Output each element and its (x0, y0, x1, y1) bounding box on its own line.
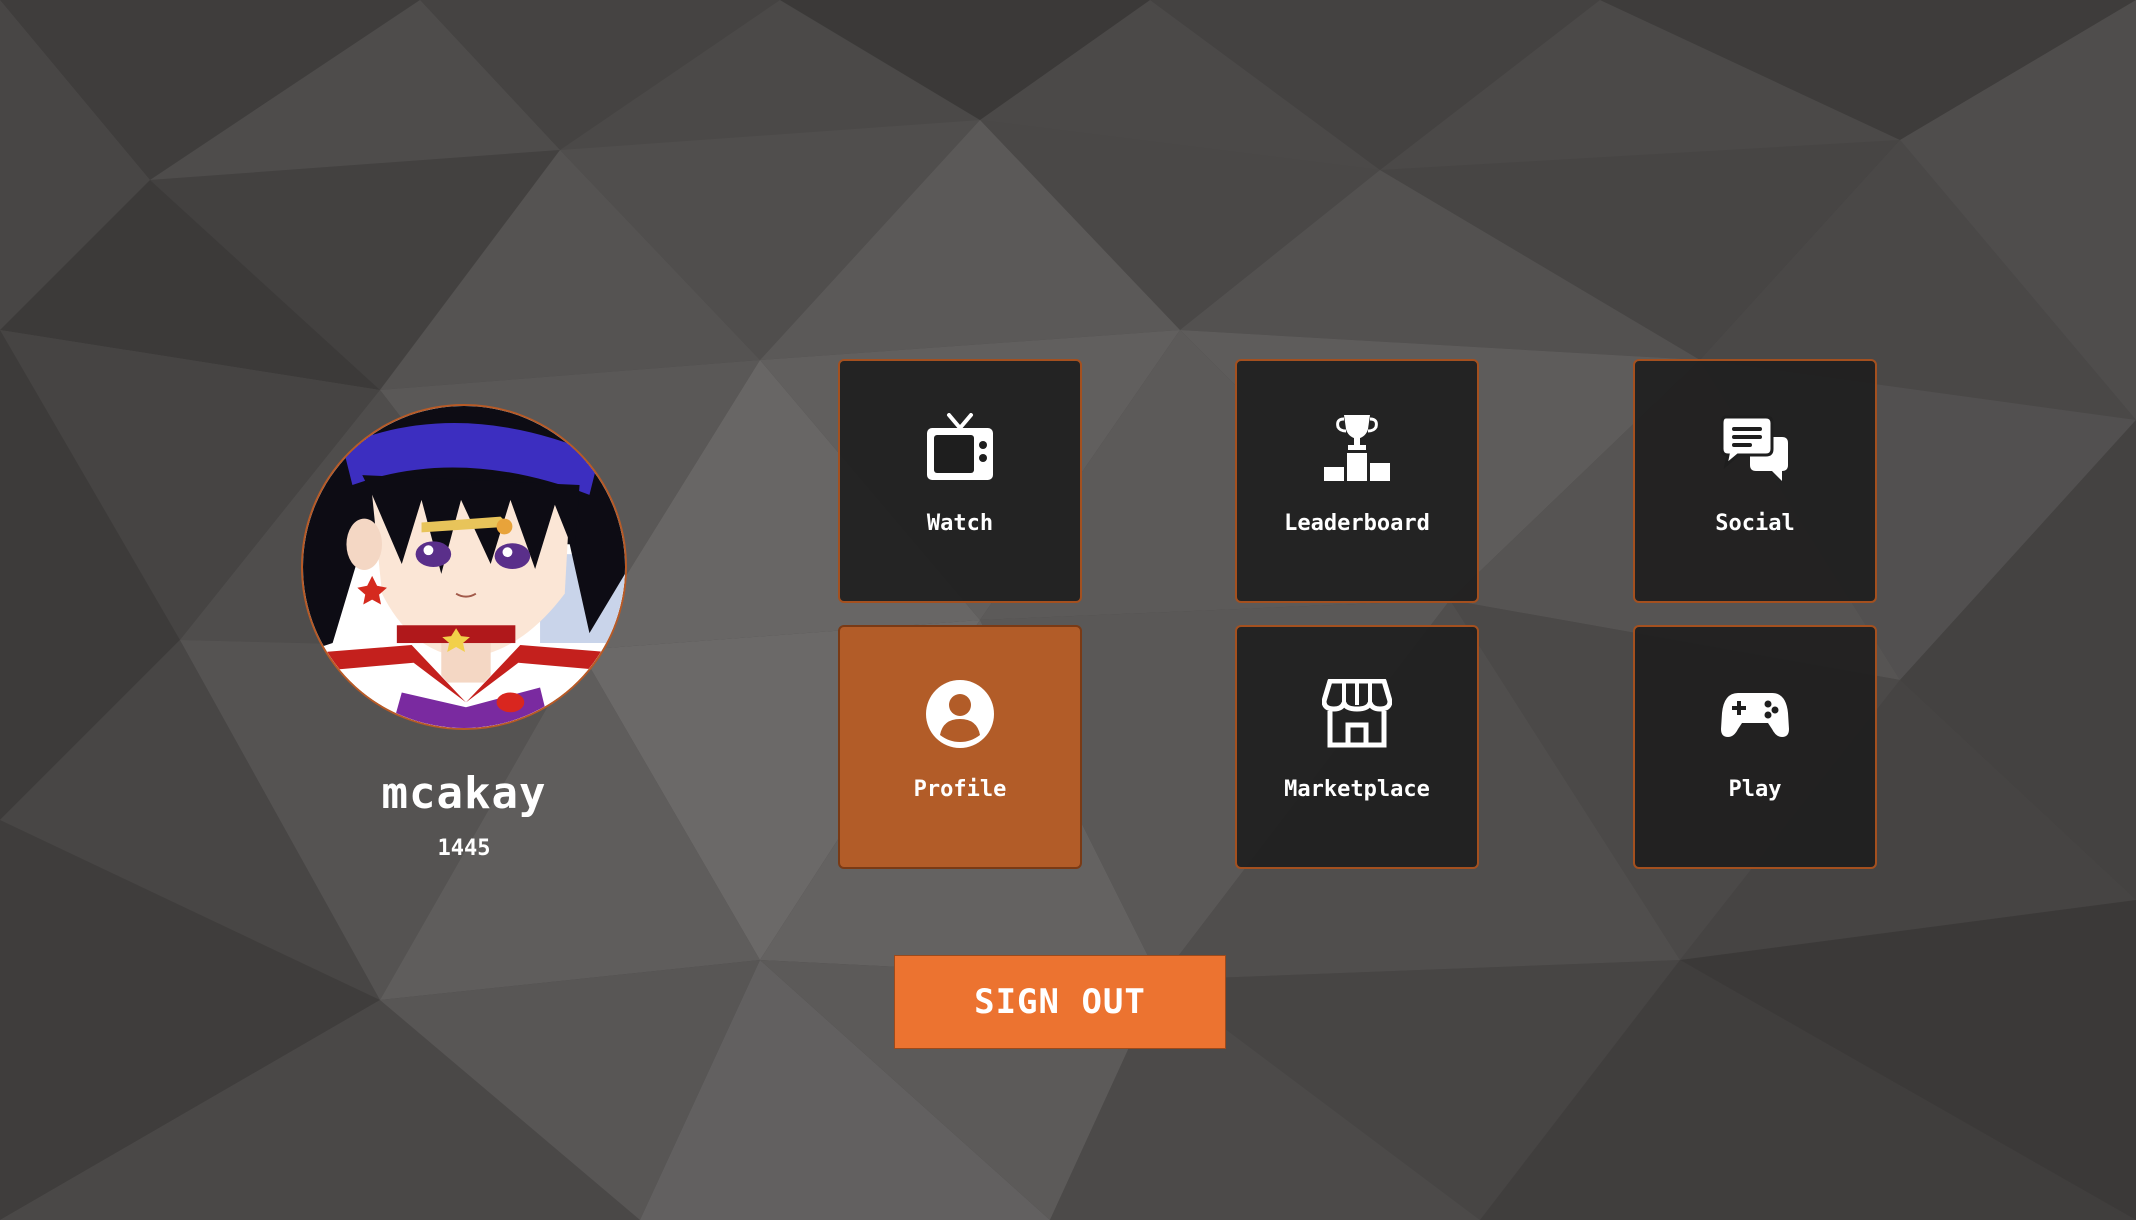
chat-bubbles-icon (1720, 413, 1790, 483)
user-score: 1445 (437, 836, 491, 861)
tile-watch[interactable]: Watch (838, 359, 1082, 603)
sign-out-button[interactable]: SIGN OUT (894, 955, 1226, 1049)
tile-social[interactable]: Social (1633, 359, 1877, 603)
tile-leaderboard[interactable]: Leaderboard (1235, 359, 1479, 603)
tv-icon (925, 413, 995, 483)
podium-trophy-icon (1322, 413, 1392, 483)
tile-play[interactable]: Play (1633, 625, 1877, 869)
tile-label-marketplace: Marketplace (1284, 777, 1430, 802)
gamepad-icon (1720, 679, 1790, 749)
tile-label-leaderboard: Leaderboard (1284, 511, 1430, 536)
tile-label-social: Social (1715, 511, 1795, 536)
username: mcakay (381, 768, 547, 819)
tile-label-play: Play (1728, 777, 1782, 802)
anime-character-avatar-icon (303, 406, 625, 728)
tile-label-profile: Profile (913, 777, 1007, 802)
tile-marketplace[interactable]: Marketplace (1235, 625, 1479, 869)
shop-icon (1322, 679, 1392, 749)
tile-profile[interactable]: Profile (838, 625, 1082, 869)
user-circle-icon (925, 679, 995, 749)
avatar[interactable] (301, 404, 627, 730)
tile-label-watch: Watch (926, 511, 994, 536)
